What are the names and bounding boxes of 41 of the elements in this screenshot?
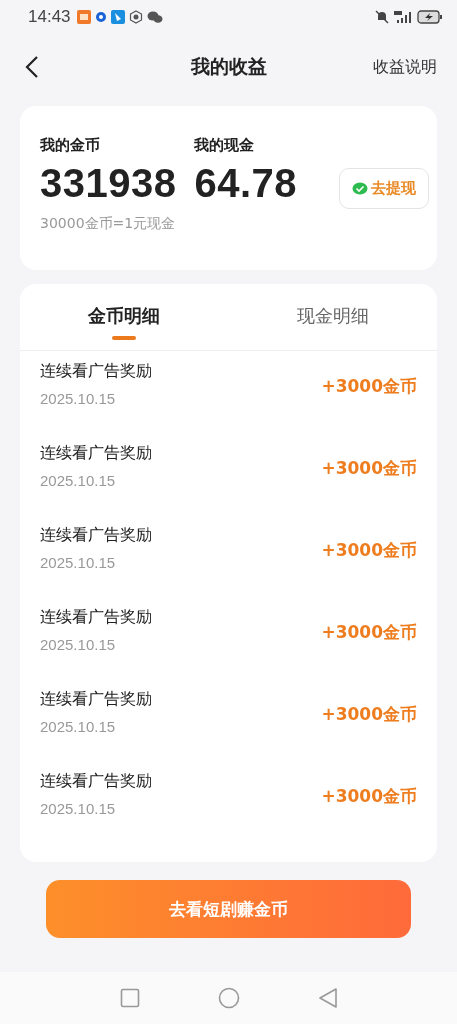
cash-value: 64.78 xyxy=(194,161,298,205)
record-amount: +3000金币 xyxy=(321,703,417,726)
record-title: 连续看广告奖励 xyxy=(40,443,152,464)
record-date: 2025.10.15 xyxy=(40,472,117,489)
record-amount: +3000金币 xyxy=(321,785,417,808)
signal-icon xyxy=(393,10,413,24)
chat-check-icon xyxy=(352,181,368,196)
record-amount: +3000金币 xyxy=(321,375,417,398)
coins-value: 331938 xyxy=(40,161,177,205)
coins-label: 我的金币 xyxy=(40,136,101,155)
circle-app-icon xyxy=(94,11,107,23)
earnings-info-link[interactable]: 收益说明 xyxy=(373,56,437,78)
status-time: 14:43 xyxy=(28,7,71,27)
record-date: 2025.10.15 xyxy=(40,390,117,407)
record-title: 连续看广告奖励 xyxy=(40,689,152,710)
cash-label: 我的现金 xyxy=(194,136,256,155)
exchange-rate-text: 30000金币=1元现金 xyxy=(40,215,177,233)
back-icon[interactable] xyxy=(25,55,39,79)
tab[interactable]: 金币明细 xyxy=(20,284,229,350)
record-amount: +3000金币 xyxy=(321,457,417,480)
hexagon-icon xyxy=(128,10,143,24)
home-icon[interactable] xyxy=(217,987,240,1009)
page-title: 我的收益 xyxy=(190,54,267,79)
record-date: 2025.10.15 xyxy=(40,636,117,653)
battery-charging-icon xyxy=(417,10,443,24)
tab[interactable]: 现金明细 xyxy=(228,284,437,350)
record-title: 连续看广告奖励 xyxy=(40,361,152,382)
record-title: 连续看广告奖励 xyxy=(40,525,152,546)
app-notification-icon xyxy=(110,10,125,24)
record-date: 2025.10.15 xyxy=(40,800,117,817)
record-title: 连续看广告奖励 xyxy=(40,607,152,628)
muted-bell-icon xyxy=(375,10,389,24)
record-date: 2025.10.15 xyxy=(40,554,117,571)
record-title: 连续看广告奖励 xyxy=(40,771,152,792)
record-amount: +3000金币 xyxy=(321,539,417,562)
chat-bubbles-icon xyxy=(146,10,163,24)
record-amount: +3000金币 xyxy=(321,621,417,644)
app-notification-icon xyxy=(76,10,91,24)
recents-icon[interactable] xyxy=(119,988,140,1008)
record-date: 2025.10.15 xyxy=(40,718,117,735)
back-nav-icon[interactable] xyxy=(317,987,338,1009)
